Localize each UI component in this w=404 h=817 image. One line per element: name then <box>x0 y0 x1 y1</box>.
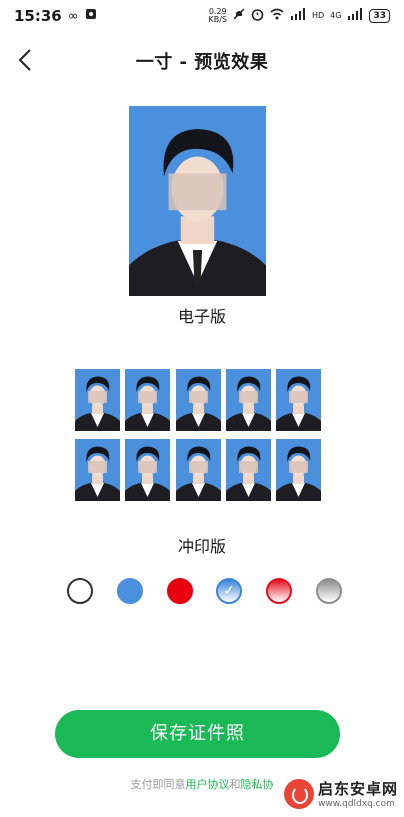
print-row <box>75 369 321 431</box>
print-photo <box>75 439 120 501</box>
watermark-name: 启东安卓网 <box>317 780 398 798</box>
privacy-policy-link[interactable]: 隐私协 <box>241 778 274 791</box>
print-photo <box>276 369 321 431</box>
print-version-label: 冲印版 <box>177 537 226 556</box>
site-watermark: 启东安卓网 www.qdldxq.com <box>283 778 398 809</box>
watermark-logo-icon <box>283 778 314 809</box>
network-speed-unit: KB/S <box>208 15 227 24</box>
swatch-blue-gradient[interactable] <box>216 578 242 604</box>
signal-icon <box>290 8 306 24</box>
status-time: 15:36 <box>14 7 62 25</box>
battery-indicator: 33 <box>369 9 390 23</box>
infinity-icon: ∞ <box>67 8 79 24</box>
wifi-icon <box>270 8 284 24</box>
print-photo <box>225 369 271 431</box>
print-photo <box>75 369 120 431</box>
swatch-gray-gradient[interactable] <box>316 578 342 604</box>
swatch-red[interactable] <box>167 578 193 604</box>
print-photo <box>125 439 171 501</box>
print-photo <box>125 369 171 431</box>
agreement-prefix: 支付即同意 <box>130 778 186 791</box>
preview-screen: 15:36 ∞ 0.29 KB/S HD 4G 33 一寸 - 预览效果 电子版… <box>0 0 404 817</box>
notification-icon <box>85 8 97 24</box>
swatch-white[interactable] <box>67 578 93 604</box>
print-photo <box>175 439 221 501</box>
status-bar: 15:36 ∞ 0.29 KB/S HD 4G 33 <box>0 0 404 32</box>
electronic-version-label: 电子版 <box>177 307 226 326</box>
page-title: 一寸 - 预览效果 <box>135 52 269 73</box>
alarm-icon <box>251 8 264 25</box>
print-photo <box>276 439 321 501</box>
background-color-picker <box>0 578 404 608</box>
swatch-red-gradient[interactable] <box>266 578 292 604</box>
hd-label: HD <box>311 11 325 20</box>
nav-bar: 一寸 - 预览效果 <box>0 40 404 80</box>
network-type: 4G <box>330 11 342 20</box>
print-sheet <box>75 369 321 501</box>
print-photo <box>225 439 271 501</box>
signal-icon-2 <box>347 8 363 24</box>
print-photo <box>175 369 221 431</box>
user-agreement-link[interactable]: 用户协议 <box>186 778 230 791</box>
electronic-photo <box>129 106 266 296</box>
network-speed: 0.29 KB/S <box>208 8 227 24</box>
swatch-blue[interactable] <box>117 578 143 604</box>
mute-icon <box>233 8 245 24</box>
agreement-and: 和 <box>229 778 241 791</box>
save-id-photo-button[interactable]: 保存证件照 <box>55 710 340 758</box>
print-row <box>75 439 321 501</box>
watermark-url: www.qdldxq.com <box>317 799 395 809</box>
